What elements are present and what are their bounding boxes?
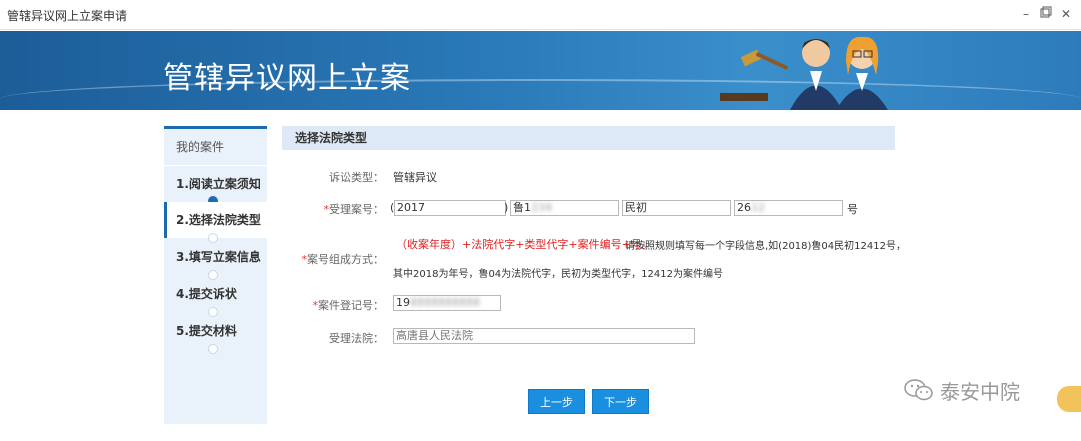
composition-rule-red: （收案年度）+法院代字+类型代字+案件编号+号。: [396, 238, 653, 251]
composition-rule-tail: 请按照规则填写每一个字段信息,如(2018)鲁04民初12412号，: [625, 241, 906, 252]
restore-icon[interactable]: [1038, 6, 1054, 22]
case-serial-input[interactable]: 2612: [734, 200, 843, 216]
sidebar-step-label: 2.选择法院类型: [176, 213, 261, 227]
case-no-suffix: 号: [847, 203, 858, 216]
window-titlebar: 管辖异议网上立案申请 – ✕: [0, 0, 1081, 30]
court-code-input[interactable]: 鲁1234: [510, 200, 619, 216]
case-year-input[interactable]: 2017: [394, 200, 506, 216]
sidebar-step-label: 5.提交材料: [176, 324, 237, 338]
composition-label: *案号组成方式：: [301, 253, 385, 266]
step-pending-icon: [208, 344, 218, 354]
composition-example: 其中2018为年号，鲁04为法院代字，民初为类型代字，12412为案件编号: [393, 269, 723, 280]
watermark-text: 泰安中院: [940, 380, 1020, 404]
window-title: 管辖异议网上立案申请: [7, 9, 128, 23]
reg-no-input[interactable]: 198888888888: [393, 295, 501, 311]
case-type-value: 管辖异议: [393, 171, 437, 184]
sidebar-header: 我的案件: [164, 129, 267, 166]
close-icon[interactable]: ✕: [1058, 6, 1074, 22]
sidebar-step-label: 3.填写立案信息: [176, 250, 261, 264]
sidebar-step-select-court-type[interactable]: 2.选择法院类型: [164, 202, 267, 238]
case-type-code-input[interactable]: 民初: [622, 200, 731, 216]
prev-step-button[interactable]: 上一步: [528, 389, 585, 414]
court-label: 受理法院：: [329, 332, 384, 345]
section-title: 选择法院类型: [282, 126, 895, 150]
banner-title: 管辖异议网上立案: [163, 61, 411, 96]
case-no-close-paren: ): [504, 201, 509, 214]
sidebar-step-label: 4.提交诉状: [176, 287, 237, 301]
reg-no-label: *案件登记号：: [312, 299, 385, 312]
sidebar-step-submit-complaint[interactable]: 4.提交诉状: [164, 276, 267, 312]
judges-illustration-icon: [720, 36, 888, 110]
corner-badge-icon: [1057, 386, 1081, 412]
case-no-label: *受理案号：: [323, 203, 385, 216]
page-banner: 管辖异议网上立案: [0, 31, 1081, 110]
sidebar-step-submit-materials[interactable]: 5.提交材料: [164, 313, 267, 349]
sidebar-step-fill-info[interactable]: 3.填写立案信息: [164, 239, 267, 275]
wechat-icon: [904, 379, 933, 401]
next-step-button[interactable]: 下一步: [592, 389, 649, 414]
sidebar-step-label: 1.阅读立案须知: [176, 177, 261, 191]
court-input[interactable]: [393, 328, 695, 344]
minimize-icon[interactable]: –: [1018, 6, 1034, 22]
case-type-label: 诉讼类型：: [329, 171, 384, 184]
